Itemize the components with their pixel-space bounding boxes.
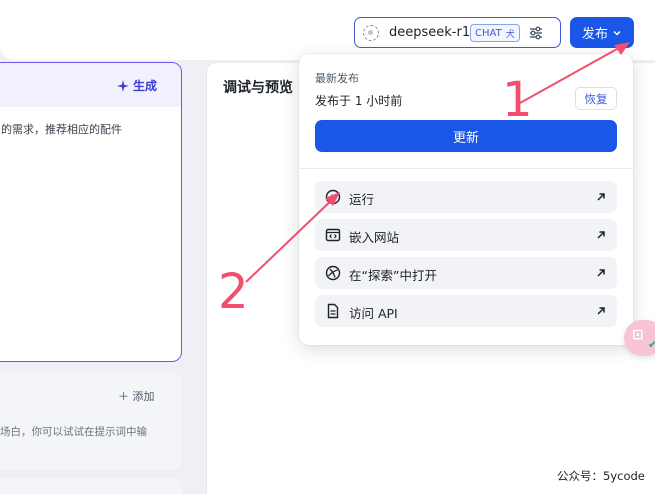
menu-item-api[interactable]: 访问 API (315, 295, 617, 327)
publish-label: 发布 (581, 27, 608, 42)
document-icon (327, 303, 339, 319)
opening-tip: 场白，你可以试试在提示词中输 (0, 426, 147, 438)
preview-title: 调试与预览 (223, 80, 293, 96)
published-time: 发布于 1 小时前 (315, 94, 403, 108)
plus-icon: ＋ (118, 390, 133, 403)
menu-item-embed[interactable]: 嵌入网站 (315, 219, 617, 251)
opening-card: ＋ 添加 场白，你可以试试在提示词中输 (0, 372, 182, 470)
menu-item-label: 运行 (349, 192, 375, 207)
floating-assistant-button[interactable]: ⊡ ✔ (624, 320, 655, 356)
latest-publish-label: 最新发布 (315, 72, 359, 85)
menu-item-label: 访问 API (349, 306, 398, 321)
external-arrow-icon (597, 193, 605, 201)
publish-button[interactable]: 发布 (570, 17, 634, 48)
model-selector[interactable]: deepseek-r1 CHAT ⽝ (354, 17, 561, 48)
model-name: deepseek-r1 (389, 25, 471, 40)
generate-button[interactable]: 生成 (116, 77, 157, 94)
chat-badge-label: CHAT (475, 27, 502, 39)
chat-badge: CHAT ⽝ (470, 24, 520, 42)
publish-dropdown: 最新发布 发布于 1 小时前 恢复 更新 运行 嵌入网站 在“探索”中打开 访问… (299, 54, 633, 345)
badge-glyph-icon: ⽝ (505, 29, 515, 40)
sparkle-icon (116, 79, 129, 92)
menu-item-run[interactable]: 运行 (315, 181, 617, 213)
check-icon: ✔ (648, 338, 655, 351)
annotation-number-1: 1 (502, 72, 533, 128)
menu-item-label: 在“探索”中打开 (349, 268, 437, 283)
update-button[interactable]: 更新 (315, 120, 617, 152)
annotation-number-2: 2 (218, 264, 249, 320)
add-label: 添加 (132, 390, 155, 403)
assistant-icon: ⊡ (632, 327, 644, 343)
play-circle-icon (325, 189, 341, 205)
prompt-panel: 生成 的需求，推荐相应的配件 (0, 62, 182, 362)
menu-item-label: 嵌入网站 (349, 230, 400, 245)
model-logo-icon (363, 25, 379, 41)
external-arrow-icon (597, 231, 605, 239)
generate-label: 生成 (132, 79, 157, 93)
watermark: 公众号：5ycode (557, 469, 645, 483)
prompt-text[interactable]: 的需求，推荐相应的配件 (1, 121, 122, 137)
restore-button[interactable]: 恢复 (575, 87, 617, 110)
settings-sliders-icon[interactable] (528, 25, 544, 41)
top-bar: deepseek-r1 CHAT ⽝ 发布 (0, 0, 655, 60)
bottom-card (0, 478, 182, 494)
external-arrow-icon (597, 269, 605, 277)
prompt-panel-header: 生成 (0, 63, 181, 107)
embed-code-icon (325, 228, 341, 242)
divider (299, 168, 633, 169)
add-button[interactable]: ＋ 添加 (118, 388, 155, 404)
explore-icon (325, 265, 341, 281)
external-arrow-icon (597, 307, 605, 315)
menu-item-explore[interactable]: 在“探索”中打开 (315, 257, 617, 289)
chevron-down-icon (613, 30, 621, 36)
